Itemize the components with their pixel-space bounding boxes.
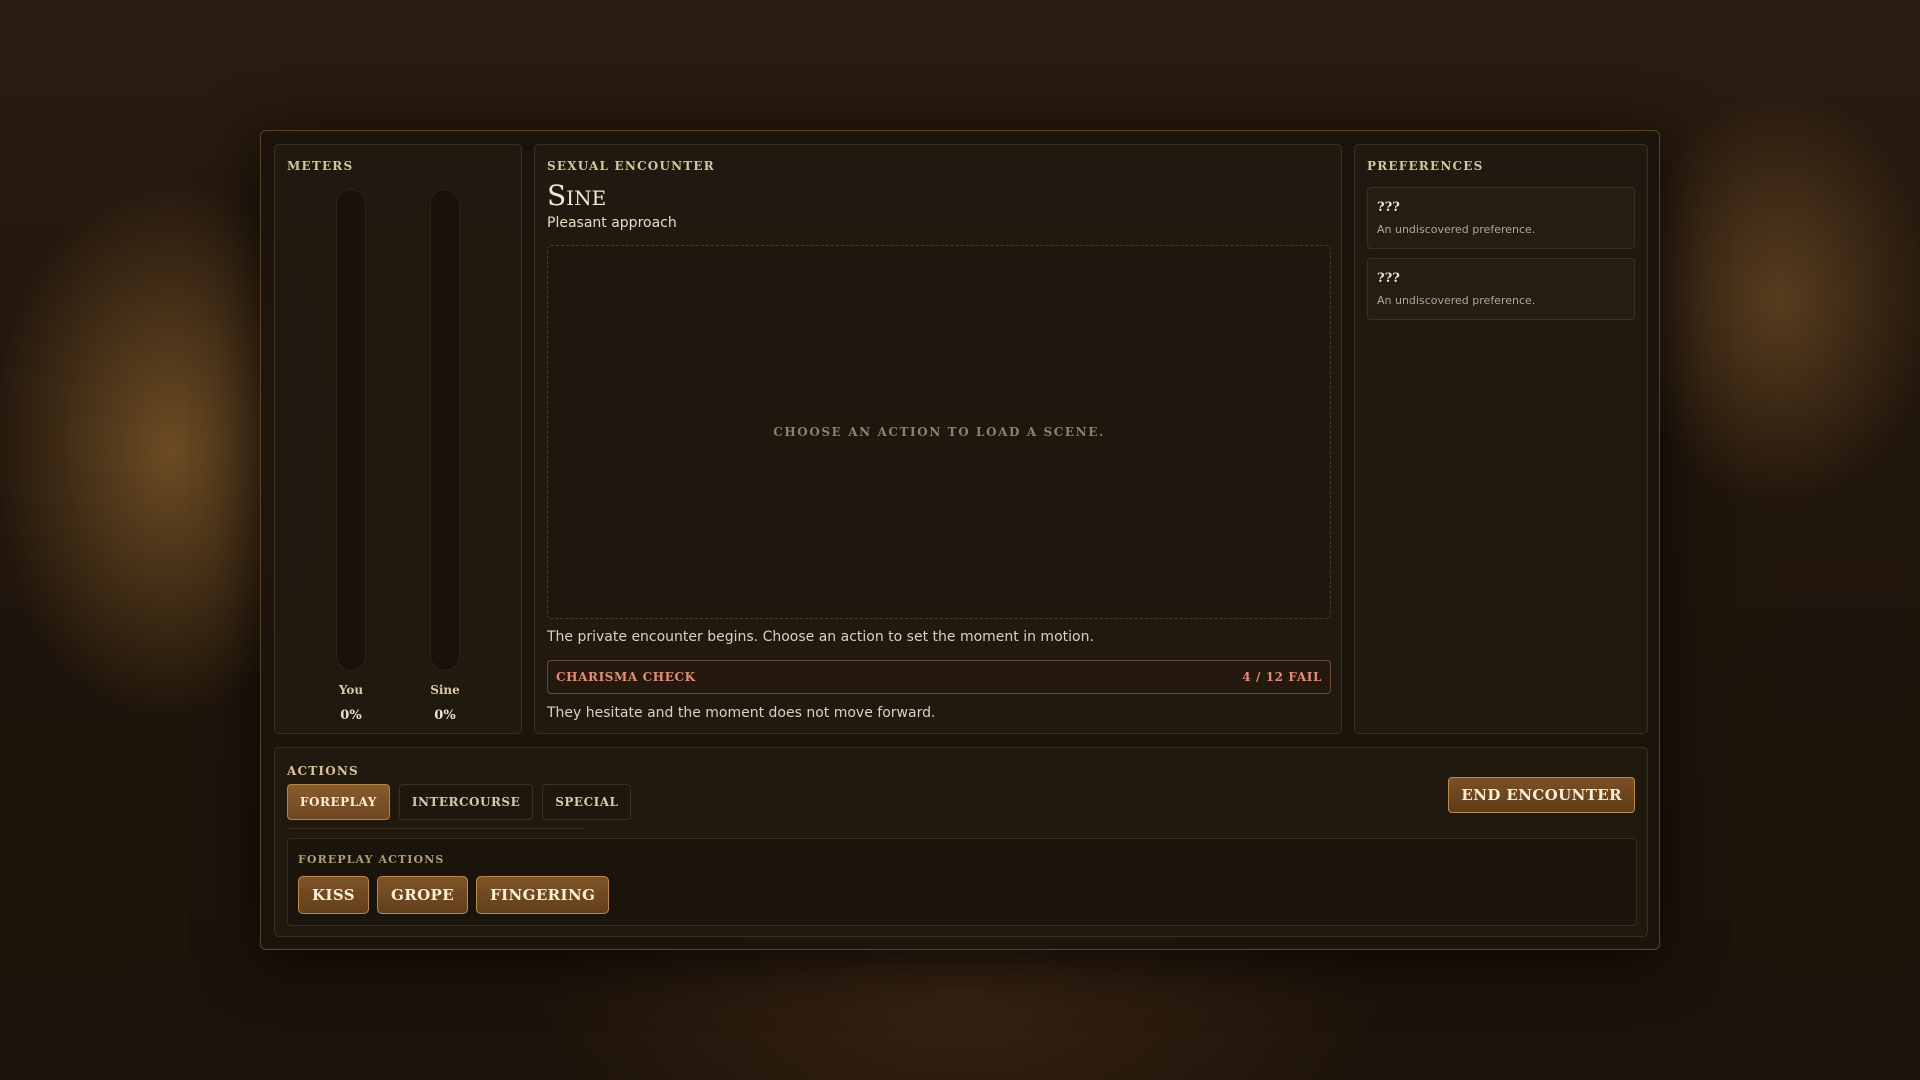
sine-meter-bar bbox=[430, 189, 460, 671]
foreplay-actions-panel: FOREPLAY ACTIONS KISS GROPE FINGERING bbox=[287, 838, 1637, 926]
scene-placeholder: CHOOSE AN ACTION TO LOAD A SCENE. bbox=[773, 425, 1105, 439]
tab-intercourse[interactable]: INTERCOURSE bbox=[398, 784, 534, 820]
preference-card: ??? An undiscovered preference. bbox=[1367, 187, 1635, 249]
preferences-title: PREFERENCES bbox=[1367, 159, 1484, 173]
scene-viewport: CHOOSE AN ACTION TO LOAD A SCENE. bbox=[547, 245, 1331, 619]
you-meter-bar bbox=[336, 189, 366, 671]
approach-text: Pleasant approach bbox=[547, 215, 677, 231]
preference-name: ??? bbox=[1377, 271, 1400, 286]
foreplay-action-buttons: KISS GROPE FINGERING bbox=[298, 876, 610, 914]
encounter-modal: METERS You 0% Sine 0% SEXUAL ENCOUNTER S… bbox=[260, 130, 1660, 950]
preferences-panel: PREFERENCES ??? An undiscovered preferen… bbox=[1354, 144, 1648, 734]
actions-panel: ACTIONS FOREPLAY INTERCOURSE SPECIAL END… bbox=[274, 747, 1648, 937]
meters-panel: METERS You 0% Sine 0% bbox=[274, 144, 522, 734]
grope-button[interactable]: GROPE bbox=[377, 876, 469, 914]
kiss-button[interactable]: KISS bbox=[298, 876, 369, 914]
preference-desc: An undiscovered preference. bbox=[1377, 294, 1536, 307]
meters-title: METERS bbox=[287, 159, 354, 173]
tab-foreplay[interactable]: FOREPLAY bbox=[287, 784, 390, 820]
check-result: 4 / 12 FAIL bbox=[1242, 670, 1322, 684]
preference-card: ??? An undiscovered preference. bbox=[1367, 258, 1635, 320]
tab-special[interactable]: SPECIAL bbox=[542, 784, 632, 820]
end-encounter-button[interactable]: END ENCOUNTER bbox=[1448, 777, 1635, 813]
fingering-button[interactable]: FINGERING bbox=[476, 876, 610, 914]
check-label: CHARISMA CHECK bbox=[556, 670, 696, 684]
action-tabs: FOREPLAY INTERCOURSE SPECIAL bbox=[287, 784, 632, 820]
preference-name: ??? bbox=[1377, 200, 1400, 215]
charisma-check-bar: CHARISMA CHECK 4 / 12 FAIL bbox=[547, 660, 1331, 694]
log-result: They hesitate and the moment does not mo… bbox=[547, 705, 936, 721]
encounter-panel: SEXUAL ENCOUNTER Sine Pleasant approach … bbox=[534, 144, 1342, 734]
sine-meter-value: 0% bbox=[434, 708, 456, 723]
sine-meter-label: Sine bbox=[430, 683, 460, 697]
actions-title: ACTIONS bbox=[287, 764, 359, 778]
you-meter-value: 0% bbox=[340, 708, 362, 723]
you-meter-label: You bbox=[338, 683, 364, 697]
encounter-title: SEXUAL ENCOUNTER bbox=[547, 159, 715, 173]
tabs-divider bbox=[287, 828, 583, 829]
character-name: Sine bbox=[547, 179, 607, 212]
preference-desc: An undiscovered preference. bbox=[1377, 223, 1536, 236]
foreplay-actions-title: FOREPLAY ACTIONS bbox=[298, 853, 445, 866]
log-intro: The private encounter begins. Choose an … bbox=[547, 629, 1094, 645]
